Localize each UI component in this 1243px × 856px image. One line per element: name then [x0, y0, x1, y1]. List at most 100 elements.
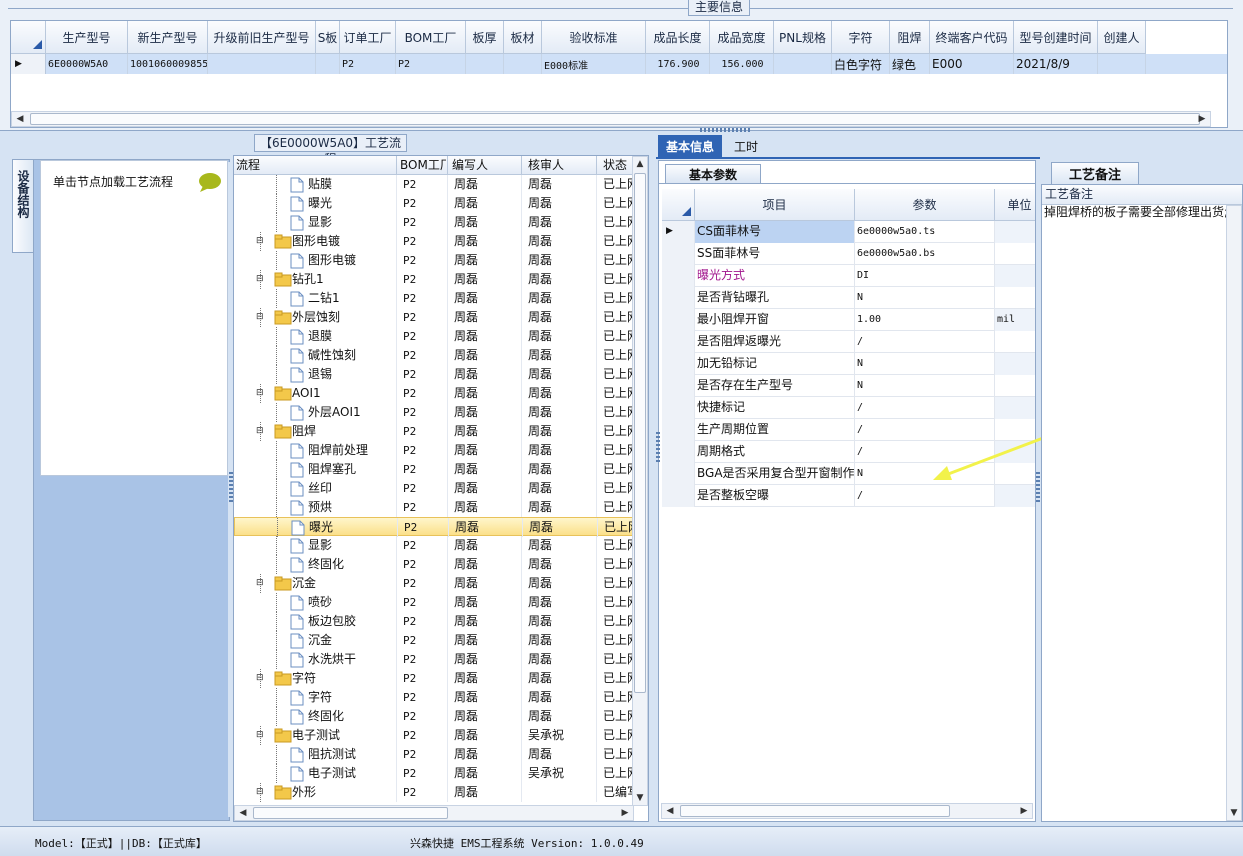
flow-tree-hscroll[interactable]: ◀ ▶ [234, 805, 634, 821]
param-row[interactable]: 加无铅标记 N [662, 353, 1035, 375]
param-row[interactable]: 最小阻焊开窗 1.00 mil [662, 309, 1035, 331]
tree-row[interactable]: 显影P2周磊周磊已上网 [234, 536, 634, 555]
folder-icon[interactable] [274, 671, 292, 689]
collapse-icon[interactable]: ⊟ [256, 787, 264, 797]
tree-row[interactable]: 阻焊塞孔P2周磊周磊已上网 [234, 460, 634, 479]
tree-row[interactable]: ⊟外层蚀刻P2周磊周磊已上网 [234, 308, 634, 327]
param-row[interactable]: 快捷标记 / [662, 397, 1035, 419]
tree-row[interactable]: 图形电镀P2周磊周磊已上网 [234, 251, 634, 270]
notes-textarea[interactable]: 掉阻焊桥的板子需要全部修理出货; [1044, 206, 1229, 818]
param-value[interactable]: DI [855, 265, 995, 287]
folder-icon[interactable] [274, 272, 292, 290]
folder-icon[interactable] [274, 310, 292, 328]
folder-icon[interactable] [274, 234, 292, 252]
top-col-header[interactable]: 板材 [504, 21, 542, 54]
scroll-right-arrow[interactable]: ▶ [1196, 112, 1208, 126]
tree-row[interactable]: 电子测试 P2周磊吴承祝已上网 [234, 764, 634, 783]
folder-icon[interactable] [274, 424, 292, 442]
collapse-icon[interactable]: ⊟ [256, 236, 264, 246]
tree-row[interactable]: 曝光P2周磊周磊已上网 [234, 517, 634, 537]
tree-row[interactable]: 丝印P2周磊周磊已上网 [234, 479, 634, 498]
top-col-header[interactable]: 订单工厂 [340, 21, 396, 54]
param-row[interactable]: SS面菲林号 6e0000w5a0.bs [662, 243, 1035, 265]
tab-basic-info[interactable]: 基本信息 [658, 135, 722, 157]
tree-row[interactable]: ⊟图形电镀P2周磊周磊已上网 [234, 232, 634, 251]
tab-basic-params[interactable]: 基本参数 [665, 164, 761, 184]
tree-row[interactable]: 阻焊前处理P2周磊周磊已上网 [234, 441, 634, 460]
tree-row[interactable]: 阻抗测试P2周磊周磊已上网 [234, 745, 634, 764]
top-splitter-dots[interactable] [700, 128, 750, 132]
param-value[interactable]: N [855, 375, 995, 397]
scroll-down-arrow[interactable]: ▼ [1228, 806, 1240, 820]
top-col-header[interactable]: 生产型号 [46, 21, 128, 54]
folder-icon[interactable] [274, 728, 292, 746]
tree-row[interactable]: 沉金P2周磊周磊已上网 [234, 631, 634, 650]
top-col-header[interactable]: 成品宽度 [710, 21, 774, 54]
tree-row[interactable]: 退膜P2周磊周磊已上网 [234, 327, 634, 346]
top-col-header[interactable]: 升级前旧生产型号 [208, 21, 316, 54]
scroll-up-arrow[interactable]: ▲ [634, 157, 646, 171]
top-col-header[interactable]: 新生产型号 [128, 21, 208, 54]
tree-row[interactable]: 二钻1P2周磊周磊已上网 [234, 289, 634, 308]
folder-icon[interactable] [274, 785, 292, 803]
scroll-thumb[interactable] [253, 807, 448, 819]
top-col-header[interactable]: S板 [316, 21, 340, 54]
tree-row[interactable]: ⊟AOI1P2周磊周磊已上网 [234, 384, 634, 403]
scroll-left-arrow[interactable]: ◀ [237, 806, 249, 820]
scroll-right-arrow[interactable]: ▶ [1018, 804, 1030, 818]
param-value[interactable]: / [855, 331, 995, 353]
basic-splitter-left[interactable] [656, 432, 660, 462]
tab-process-notes[interactable]: 工艺备注 [1051, 162, 1139, 184]
scroll-down-arrow[interactable]: ▼ [634, 791, 646, 805]
top-col-header[interactable]: 阻焊 [890, 21, 930, 54]
scroll-thumb[interactable] [30, 113, 1200, 125]
tree-row[interactable]: 贴膜P2周磊周磊已上网 [234, 175, 634, 194]
tree-row[interactable]: 预烘P2周磊周磊已上网 [234, 498, 634, 517]
param-value[interactable]: 6e0000w5a0.ts [855, 221, 995, 243]
side-tab-equipment[interactable]: 设备结构 [12, 159, 34, 253]
param-row[interactable]: 是否整板空曝 / [662, 485, 1035, 507]
flow-tree-vscroll[interactable]: ▲ ▼ [632, 156, 648, 806]
scroll-thumb[interactable] [680, 805, 950, 817]
tree-row[interactable]: 板边包胶P2周磊周磊已上网 [234, 612, 634, 631]
notes-vscroll[interactable]: ▼ [1226, 205, 1242, 821]
tree-row[interactable]: ⊟阻焊P2周磊周磊已上网 [234, 422, 634, 441]
param-row[interactable]: 是否背钻曝孔 N [662, 287, 1035, 309]
tree-row[interactable]: 显影P2周磊周磊已上网 [234, 213, 634, 232]
param-row[interactable]: 曝光方式 DI [662, 265, 1035, 287]
param-value[interactable]: 6e0000w5a0.bs [855, 243, 995, 265]
hint-box[interactable]: 单击节点加载工艺流程 [40, 160, 228, 476]
collapse-icon[interactable]: ⊟ [256, 578, 264, 588]
collapse-icon[interactable]: ⊟ [256, 274, 264, 284]
scroll-thumb[interactable] [634, 173, 646, 693]
tree-row[interactable]: 外层AOI1P2周磊周磊已上网 [234, 403, 634, 422]
collapse-icon[interactable]: ⊟ [256, 730, 264, 740]
tree-row[interactable]: 曝光P2周磊周磊已上网 [234, 194, 634, 213]
collapse-icon[interactable]: ⊟ [256, 673, 264, 683]
top-col-header[interactable]: 成品长度 [646, 21, 710, 54]
tree-row[interactable]: ⊟ 电子测试 P2周磊吴承祝已上网 [234, 726, 634, 745]
basic-hscroll[interactable]: ◀ ▶ [661, 803, 1033, 819]
param-value[interactable]: 1.00 [855, 309, 995, 331]
tree-row[interactable]: 碱性蚀刻P2周磊周磊已上网 [234, 346, 634, 365]
param-row[interactable]: ▶ CS面菲林号 6e0000w5a0.ts [662, 221, 1035, 243]
tree-row[interactable]: 终固化P2周磊周磊已上网 [234, 707, 634, 726]
tree-row[interactable]: 终固化P2周磊周磊已上网 [234, 555, 634, 574]
param-value[interactable]: N [855, 287, 995, 309]
top-col-header[interactable]: BOM工厂 [396, 21, 466, 54]
scroll-left-arrow[interactable]: ◀ [664, 804, 676, 818]
param-value[interactable]: / [855, 485, 995, 507]
top-grid-row[interactable]: ▶ 6E0000W5A0 10010600098554 P2 P2 E000标准 176.… [11, 54, 1227, 74]
top-col-header[interactable]: 终端客户代码 [930, 21, 1014, 54]
folder-icon[interactable] [274, 386, 292, 404]
top-col-header[interactable]: PNL规格 [774, 21, 832, 54]
tree-row[interactable]: ⊟ 外形 P2周磊 已编写 [234, 783, 634, 802]
collapse-icon[interactable]: ⊟ [256, 426, 264, 436]
scroll-right-arrow[interactable]: ▶ [619, 806, 631, 820]
top-grid-hscroll[interactable]: ◀ ▶ [11, 111, 1211, 127]
top-col-header[interactable]: 板厚 [466, 21, 504, 54]
tree-row[interactable]: ⊟钻孔1P2周磊周磊已上网 [234, 270, 634, 289]
param-row[interactable]: 是否存在生产型号 N [662, 375, 1035, 397]
tree-row[interactable]: ⊟沉金P2周磊周磊已上网 [234, 574, 634, 593]
collapse-icon[interactable]: ⊟ [256, 312, 264, 322]
